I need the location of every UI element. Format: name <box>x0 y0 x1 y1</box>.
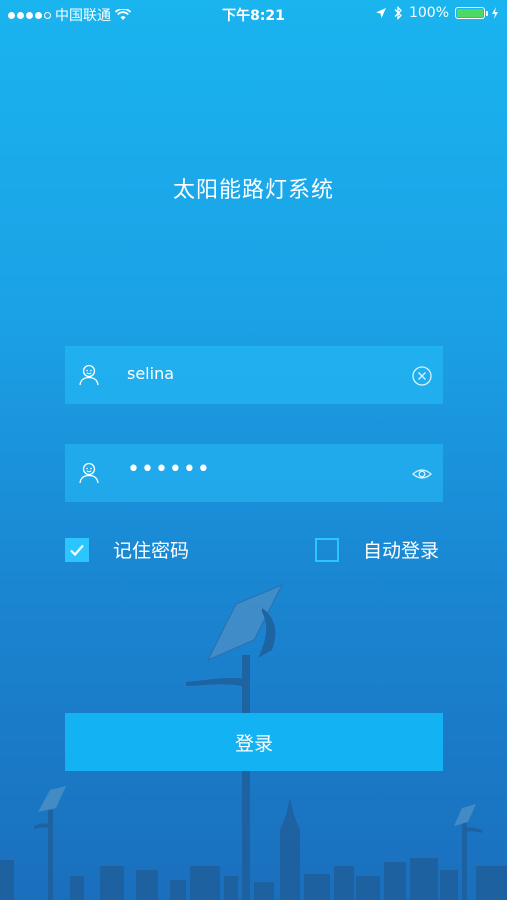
username-field[interactable]: selina <box>65 346 443 404</box>
password-field[interactable]: •••••• <box>65 444 443 502</box>
user-icon <box>79 364 99 386</box>
login-button[interactable]: 登录 <box>65 713 443 771</box>
auto-login-checkbox[interactable] <box>315 537 339 562</box>
remember-password-label: 记住密码 <box>113 540 190 562</box>
status-bar: 中国联通 下午8:21 100% <box>0 0 507 28</box>
bluetooth-icon <box>394 6 402 20</box>
battery-icon <box>455 7 488 19</box>
username-value: selina <box>127 364 175 383</box>
clear-icon[interactable] <box>411 365 433 387</box>
auto-login-label: 自动登录 <box>363 540 440 562</box>
charging-icon <box>492 7 498 19</box>
remember-password-option[interactable]: 记住密码 <box>65 536 189 563</box>
location-arrow-icon <box>375 8 386 18</box>
status-right: 100% <box>375 5 499 21</box>
user-icon <box>79 462 99 484</box>
checkmark-icon <box>70 544 84 556</box>
auto-login-option[interactable]: 自动登录 <box>315 536 439 563</box>
eye-icon[interactable] <box>411 463 433 485</box>
password-value: •••••• <box>127 457 211 482</box>
battery-percent: 100% <box>408 5 449 21</box>
app-title: 太阳能路灯系统 <box>172 178 334 203</box>
remember-password-checkbox[interactable] <box>65 537 89 562</box>
